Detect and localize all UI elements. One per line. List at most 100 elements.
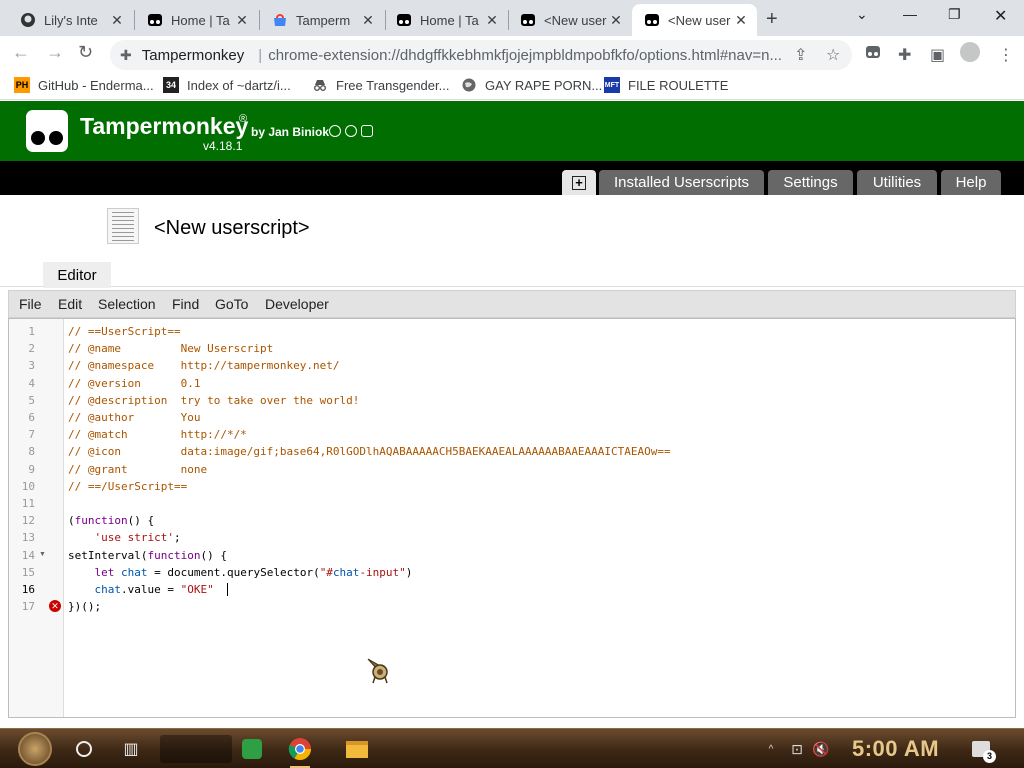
side-panel-icon[interactable]: ▣ bbox=[930, 45, 945, 65]
tab-installed-userscripts[interactable]: Installed Userscripts bbox=[599, 170, 764, 195]
fold-arrow-icon[interactable]: ▼ bbox=[39, 551, 46, 558]
line-number: 1 bbox=[28, 325, 35, 338]
line-number: 10 bbox=[21, 479, 35, 493]
github-icon[interactable] bbox=[329, 125, 341, 137]
bookmarks-bar: PH GitHub - Enderma... 34 Index of ~dart… bbox=[0, 72, 1024, 100]
bookmark-item[interactable]: Free Transgender... bbox=[312, 77, 449, 93]
bookmark-star-icon[interactable]: ☆ bbox=[826, 45, 840, 65]
code-editor[interactable]: // ==UserScript== // @name New Userscript… bbox=[8, 318, 1016, 718]
close-tab-icon[interactable]: ✕ bbox=[608, 12, 624, 29]
tampermonkey-nav: + Installed Userscripts Settings Utiliti… bbox=[0, 161, 1024, 195]
browser-tab[interactable]: Home | Ta ✕ bbox=[384, 4, 508, 36]
close-window-icon[interactable]: ✕ bbox=[994, 6, 1007, 26]
bookmark-item[interactable]: 34 Index of ~dartz/i... bbox=[163, 77, 291, 93]
bookmark-item[interactable]: PH GitHub - Enderma... bbox=[14, 77, 154, 93]
close-tab-icon[interactable]: ✕ bbox=[234, 12, 250, 29]
bookmark-item[interactable]: GAY RAPE PORN... bbox=[461, 77, 602, 93]
menu-edit[interactable]: Edit bbox=[58, 296, 82, 312]
browser-tab[interactable]: <New user ✕ bbox=[508, 4, 632, 36]
menu-selection[interactable]: Selection bbox=[98, 296, 156, 312]
browser-tab[interactable]: Lily's Inte ✕ bbox=[8, 4, 133, 36]
code-line[interactable]: setInterval(function() { bbox=[68, 549, 227, 562]
code-line[interactable]: // @description try to take over the wor… bbox=[68, 394, 359, 407]
code-line[interactable]: let chat = document.querySelector("#chat… bbox=[68, 566, 413, 579]
code-line[interactable]: 'use strict'; bbox=[68, 531, 181, 544]
code-line[interactable]: (function() { bbox=[68, 514, 154, 527]
share-icon[interactable]: ⇪ bbox=[794, 45, 807, 65]
minimize-icon[interactable]: — bbox=[903, 6, 917, 22]
close-tab-icon[interactable]: ✕ bbox=[733, 12, 749, 29]
menu-file[interactable]: File bbox=[19, 296, 42, 312]
editor-tab-strip bbox=[0, 259, 1024, 287]
tab-new-script[interactable]: + bbox=[562, 170, 596, 195]
code-line[interactable]: // @name New Userscript bbox=[68, 342, 273, 355]
menu-goto[interactable]: GoTo bbox=[215, 296, 248, 312]
tab-search-icon[interactable]: ⌄ bbox=[856, 6, 868, 23]
browser-tab[interactable]: Home | Ta ✕ bbox=[135, 4, 258, 36]
browser-tab[interactable]: Tamperm ✕ bbox=[260, 4, 384, 36]
menu-kebab-icon[interactable]: ⋮ bbox=[998, 45, 1014, 65]
bookmark-item[interactable]: MFT FILE ROULETTE bbox=[604, 77, 728, 93]
registered-mark: ® bbox=[239, 113, 248, 125]
network-icon[interactable]: ⊡ bbox=[786, 735, 808, 763]
code-line[interactable]: // @match http://*/* bbox=[68, 428, 247, 441]
address-bar[interactable]: ✚ Tampermonkey | chrome-extension://dhdg… bbox=[110, 40, 852, 70]
search-circle-icon[interactable] bbox=[70, 735, 98, 763]
line-number: 13 bbox=[21, 531, 35, 545]
back-icon[interactable]: ← bbox=[12, 42, 30, 63]
tab-settings[interactable]: Settings bbox=[768, 170, 853, 195]
line-number: 14 bbox=[21, 548, 35, 562]
volume-muted-icon[interactable]: 🔇 bbox=[810, 735, 832, 763]
close-tab-icon[interactable]: ✕ bbox=[484, 12, 500, 29]
new-tab-button[interactable]: + bbox=[766, 8, 778, 31]
url-text: chrome-extension://dhdgffkkebhmkfjojejmp… bbox=[268, 46, 782, 64]
code-line[interactable]: // @icon data:image/gif;base64,R0lGODlhA… bbox=[68, 445, 671, 458]
extensions-icon[interactable]: ✚ bbox=[898, 45, 911, 65]
notifications-icon[interactable]: 3 bbox=[968, 735, 996, 763]
tampermonkey-header: Tampermonkey ® by Jan Biniok v4.18.1 bbox=[0, 101, 1024, 161]
task-view-icon[interactable]: ▥ bbox=[117, 735, 145, 763]
reload-icon[interactable]: ↻ bbox=[78, 42, 93, 63]
forward-icon[interactable]: → bbox=[46, 42, 64, 63]
code-line[interactable]: // @grant none bbox=[68, 463, 207, 476]
menu-find[interactable]: Find bbox=[172, 296, 199, 312]
file-explorer-icon[interactable] bbox=[343, 735, 371, 763]
code-line[interactable]: })(); bbox=[68, 600, 101, 613]
code-line[interactable]: // ==/UserScript== bbox=[68, 480, 187, 493]
profile-avatar-icon[interactable] bbox=[960, 42, 980, 62]
tab-title: <New user bbox=[668, 12, 731, 28]
browser-tab-strip: Lily's Inte ✕ Home | Ta ✕ Tamperm ✕ Home… bbox=[0, 0, 1024, 36]
taskbar-clock[interactable]: 5:00 AM bbox=[852, 736, 939, 762]
code-line[interactable]: // @version 0.1 bbox=[68, 377, 200, 390]
start-button-icon[interactable] bbox=[18, 732, 52, 766]
taskbar-search-box[interactable] bbox=[160, 735, 232, 763]
chrome-icon[interactable] bbox=[286, 735, 314, 763]
tab-editor[interactable]: Editor bbox=[43, 262, 111, 288]
tab-title: <New user bbox=[544, 12, 607, 28]
add-script-icon: + bbox=[572, 175, 586, 190]
tray-overflow-icon[interactable]: ^ bbox=[763, 735, 779, 763]
mouse-cursor-icon bbox=[366, 657, 394, 685]
line-number: 17 bbox=[21, 600, 35, 614]
tab-help[interactable]: Help bbox=[941, 170, 1001, 195]
tab-title: Tamperm bbox=[296, 12, 351, 28]
site-name: Tampermonkey bbox=[141, 46, 245, 64]
notes-app-icon[interactable] bbox=[238, 735, 266, 763]
code-line[interactable]: // @namespace http://tampermonkey.net/ bbox=[68, 359, 340, 372]
version-label: v4.18.1 bbox=[203, 139, 243, 153]
code-line[interactable]: chat.value = "OKE" bbox=[68, 583, 214, 596]
facebook-icon[interactable] bbox=[345, 125, 357, 137]
code-line[interactable]: // @author You bbox=[68, 411, 200, 424]
instagram-icon[interactable] bbox=[361, 125, 373, 137]
close-tab-icon[interactable]: ✕ bbox=[360, 12, 376, 29]
line-number: 7 bbox=[28, 428, 35, 442]
restore-icon[interactable]: ❐ bbox=[948, 6, 961, 23]
browser-tab-active[interactable]: <New user ✕ bbox=[632, 4, 757, 36]
menu-developer[interactable]: Developer bbox=[265, 296, 329, 312]
tab-utilities[interactable]: Utilities bbox=[857, 170, 937, 195]
code-line[interactable]: // ==UserScript== bbox=[68, 325, 181, 338]
tampermonkey-extension-icon[interactable] bbox=[866, 45, 880, 63]
bookmark-34-icon: 34 bbox=[163, 77, 179, 93]
browser-toolbar: ← → ↻ ✚ Tampermonkey | chrome-extension:… bbox=[0, 36, 1024, 72]
close-tab-icon[interactable]: ✕ bbox=[109, 12, 125, 29]
